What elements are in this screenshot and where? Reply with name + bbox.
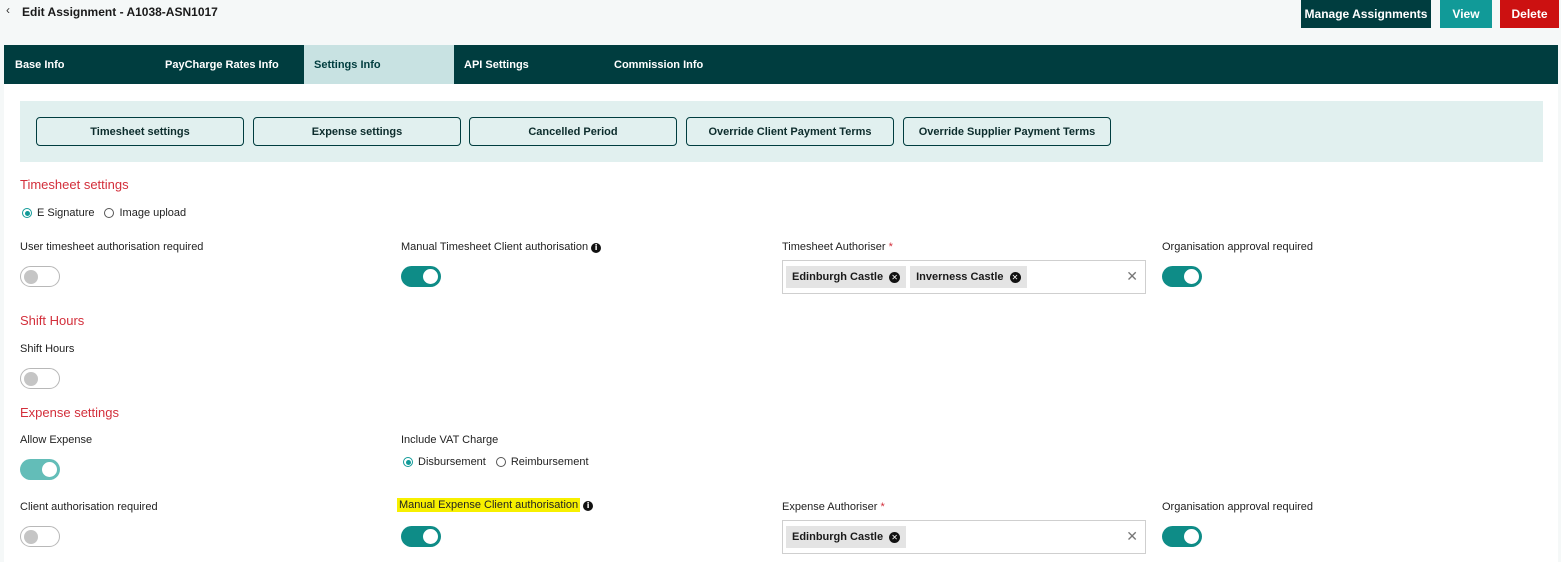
authoriser-chip: Inverness Castle ✕ <box>910 266 1027 288</box>
manual-timesheet-client-auth-label: Manual Timesheet Client authorisation i <box>401 241 602 253</box>
remove-chip-icon[interactable]: ✕ <box>1009 271 1021 283</box>
expense-settings-button[interactable]: Expense settings <box>253 117 461 146</box>
cancelled-period-button[interactable]: Cancelled Period <box>469 117 677 146</box>
remove-chip-icon[interactable]: ✕ <box>889 271 901 283</box>
tab-paycharge-rates-info[interactable]: PayCharge Rates Info <box>154 45 304 84</box>
tab-bar: Base Info PayCharge Rates Info Settings … <box>4 45 1558 84</box>
disbursement-radio[interactable] <box>403 457 413 467</box>
expense-authoriser-select[interactable]: Edinburgh Castle ✕ ✕ <box>782 520 1146 554</box>
allow-expense-label: Allow Expense <box>20 434 93 446</box>
timesheet-settings-heading: Timesheet settings <box>20 177 129 192</box>
remove-chip-icon[interactable]: ✕ <box>889 531 901 543</box>
clear-selection-icon[interactable]: ✕ <box>1126 529 1138 545</box>
shift-hours-toggle[interactable] <box>20 368 60 389</box>
expense-authoriser-label: Expense Authoriser * <box>782 501 885 513</box>
top-bar: ‹ Edit Assignment - A1038-ASN1017 Manage… <box>0 0 1561 44</box>
user-timesheet-auth-toggle[interactable] <box>20 266 60 287</box>
client-auth-required-toggle[interactable] <box>20 526 60 547</box>
authoriser-chip: Edinburgh Castle ✕ <box>786 266 907 288</box>
timesheet-org-approval-toggle[interactable] <box>1162 266 1202 287</box>
timesheet-authoriser-label: Timesheet Authoriser * <box>782 241 893 253</box>
tab-base-info[interactable]: Base Info <box>4 45 154 84</box>
authoriser-chip: Edinburgh Castle ✕ <box>786 526 907 548</box>
e-signature-radio[interactable] <box>22 208 32 218</box>
tab-settings-info[interactable]: Settings Info <box>304 45 454 84</box>
manual-expense-client-auth-label: Manual Expense Client authorisation i <box>397 498 594 512</box>
allow-expense-toggle[interactable] <box>20 459 60 480</box>
timesheet-org-approval-label: Organisation approval required <box>1162 241 1314 253</box>
include-vat-charge-label: Include VAT Charge <box>401 434 499 446</box>
timesheet-settings-button[interactable]: Timesheet settings <box>36 117 244 146</box>
expense-settings-heading: Expense settings <box>20 405 120 420</box>
manage-assignments-button[interactable]: Manage Assignments <box>1301 0 1431 28</box>
image-upload-label: Image upload <box>119 207 187 219</box>
reimbursement-radio[interactable] <box>495 457 506 467</box>
info-icon[interactable]: i <box>583 501 594 511</box>
clear-selection-icon[interactable]: ✕ <box>1126 269 1138 285</box>
back-arrow-icon[interactable]: ‹ <box>6 3 10 17</box>
disbursement-label: Disbursement <box>418 456 486 468</box>
override-client-payment-terms-button[interactable]: Override Client Payment Terms <box>686 117 894 146</box>
expense-org-approval-toggle[interactable] <box>1162 526 1202 547</box>
tab-api-settings[interactable]: API Settings <box>454 45 604 84</box>
shift-hours-heading: Shift Hours <box>20 313 85 328</box>
manual-timesheet-client-auth-toggle[interactable] <box>401 266 441 287</box>
delete-button[interactable]: Delete <box>1500 0 1559 28</box>
timesheet-authoriser-select[interactable]: Edinburgh Castle ✕ Inverness Castle ✕ ✕ <box>782 260 1146 294</box>
image-upload-radio[interactable] <box>104 208 115 218</box>
reimbursement-label: Reimbursement <box>510 456 589 468</box>
override-supplier-payment-terms-button[interactable]: Override Supplier Payment Terms <box>903 117 1111 146</box>
user-timesheet-auth-label: User timesheet authorisation required <box>20 241 204 253</box>
e-signature-label: E Signature <box>37 207 95 219</box>
shift-hours-label: Shift Hours <box>20 343 75 355</box>
expense-org-approval-label: Organisation approval required <box>1162 501 1314 513</box>
manual-expense-client-auth-toggle[interactable] <box>401 526 441 547</box>
view-button[interactable]: View <box>1440 0 1492 28</box>
page-title: Edit Assignment - A1038-ASN1017 <box>22 5 218 19</box>
tab-commission-info[interactable]: Commission Info <box>604 45 754 84</box>
signature-type-radio-group: E Signature Image upload <box>22 207 186 219</box>
client-auth-required-label: Client authorisation required <box>20 501 158 513</box>
vat-charge-radio-group: Disbursement Reimbursement <box>403 456 589 468</box>
info-icon[interactable]: i <box>591 243 602 253</box>
